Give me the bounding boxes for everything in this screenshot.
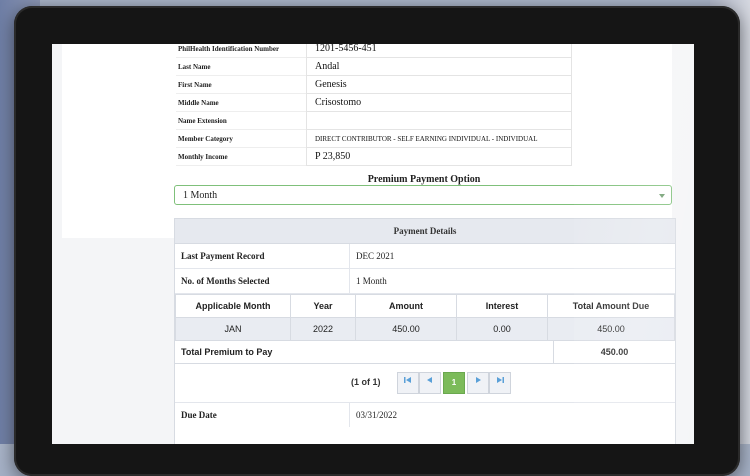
column-header: Amount bbox=[355, 294, 457, 318]
cell-year: 2022 bbox=[290, 317, 356, 341]
last-payment-value: DEC 2021 bbox=[356, 251, 395, 261]
info-label: Name Extension bbox=[176, 112, 306, 130]
info-row-middle-name: Middle Name Crisostomo bbox=[176, 94, 572, 112]
member-info-card: PhilHealth Identification Number 1201-54… bbox=[62, 44, 672, 238]
premium-option-value: 1 Month bbox=[183, 190, 218, 201]
prev-page-button[interactable] bbox=[419, 372, 441, 394]
info-row-name-extension: Name Extension bbox=[176, 112, 572, 130]
last-payment-row: Last Payment Record DEC 2021 bbox=[175, 244, 675, 269]
info-label: Monthly Income bbox=[176, 148, 306, 166]
months-selected-value: 1 Month bbox=[356, 276, 387, 286]
info-value: P 23,850 bbox=[306, 148, 572, 166]
column-header: Year bbox=[290, 294, 356, 318]
first-page-icon bbox=[404, 377, 411, 383]
total-premium-label: Total Premium to Pay bbox=[175, 341, 554, 363]
next-page-button[interactable] bbox=[467, 372, 489, 394]
last-payment-label: Last Payment Record bbox=[175, 244, 350, 268]
chevron-down-icon bbox=[659, 194, 665, 198]
cell-amount: 450.00 bbox=[355, 317, 457, 341]
info-row-monthly-income: Monthly Income P 23,850 bbox=[176, 148, 572, 166]
payment-details-header: Payment Details bbox=[175, 219, 675, 244]
premium-option-select[interactable]: 1 Month bbox=[174, 185, 672, 205]
first-page-button[interactable] bbox=[397, 372, 419, 394]
payment-table: Applicable Month Year Amount Interest To… bbox=[175, 294, 675, 341]
months-selected-row: No. of Months Selected 1 Month bbox=[175, 269, 675, 294]
due-date-label: Due Date bbox=[175, 403, 350, 427]
next-page-icon bbox=[476, 377, 481, 383]
info-label: Member Category bbox=[176, 130, 306, 148]
column-header: Applicable Month bbox=[175, 294, 291, 318]
total-premium-row: Total Premium to Pay 450.00 bbox=[175, 341, 675, 364]
info-row-first-name: First Name Genesis bbox=[176, 76, 572, 94]
info-value: DIRECT CONTRIBUTOR - SELF EARNING INDIVI… bbox=[306, 130, 572, 148]
cell-total: 450.00 bbox=[547, 317, 675, 341]
info-row-pin: PhilHealth Identification Number 1201-54… bbox=[176, 44, 572, 58]
cell-interest: 0.00 bbox=[456, 317, 548, 341]
page-count: (1 of 1) bbox=[351, 377, 381, 387]
info-value: Andal bbox=[306, 58, 572, 76]
paginator: (1 of 1) 1 bbox=[175, 364, 675, 403]
info-label: Last Name bbox=[176, 58, 306, 76]
info-value: 1201-5456-451 bbox=[306, 44, 572, 58]
due-date-value: 03/31/2022 bbox=[356, 410, 398, 420]
info-row-last-name: Last Name Andal bbox=[176, 58, 572, 76]
tablet-screen: PhilHealth Identification Number 1201-54… bbox=[52, 44, 694, 444]
column-header: Interest bbox=[456, 294, 548, 318]
info-value: Crisostomo bbox=[306, 94, 572, 112]
last-page-button[interactable] bbox=[489, 372, 511, 394]
payment-details-panel: Payment Details Last Payment Record DEC … bbox=[174, 218, 676, 444]
prev-page-icon bbox=[427, 377, 432, 383]
column-header: Total Amount Due bbox=[547, 294, 675, 318]
total-premium-value: 450.00 bbox=[600, 347, 629, 357]
info-value: Genesis bbox=[306, 76, 572, 94]
info-label: PhilHealth Identification Number bbox=[176, 44, 306, 58]
info-label: First Name bbox=[176, 76, 306, 94]
page-1-button[interactable]: 1 bbox=[443, 372, 465, 394]
due-date-row: Due Date 03/31/2022 bbox=[175, 403, 675, 427]
months-selected-label: No. of Months Selected bbox=[175, 269, 350, 293]
info-row-member-category: Member Category DIRECT CONTRIBUTOR - SEL… bbox=[176, 130, 572, 148]
cell-month: JAN bbox=[175, 317, 291, 341]
table-row: JAN 2022 450.00 0.00 450.00 bbox=[175, 317, 675, 341]
info-label: Middle Name bbox=[176, 94, 306, 112]
last-page-icon bbox=[497, 377, 504, 383]
info-value bbox=[306, 112, 572, 130]
premium-option-title: Premium Payment Option bbox=[367, 174, 481, 185]
